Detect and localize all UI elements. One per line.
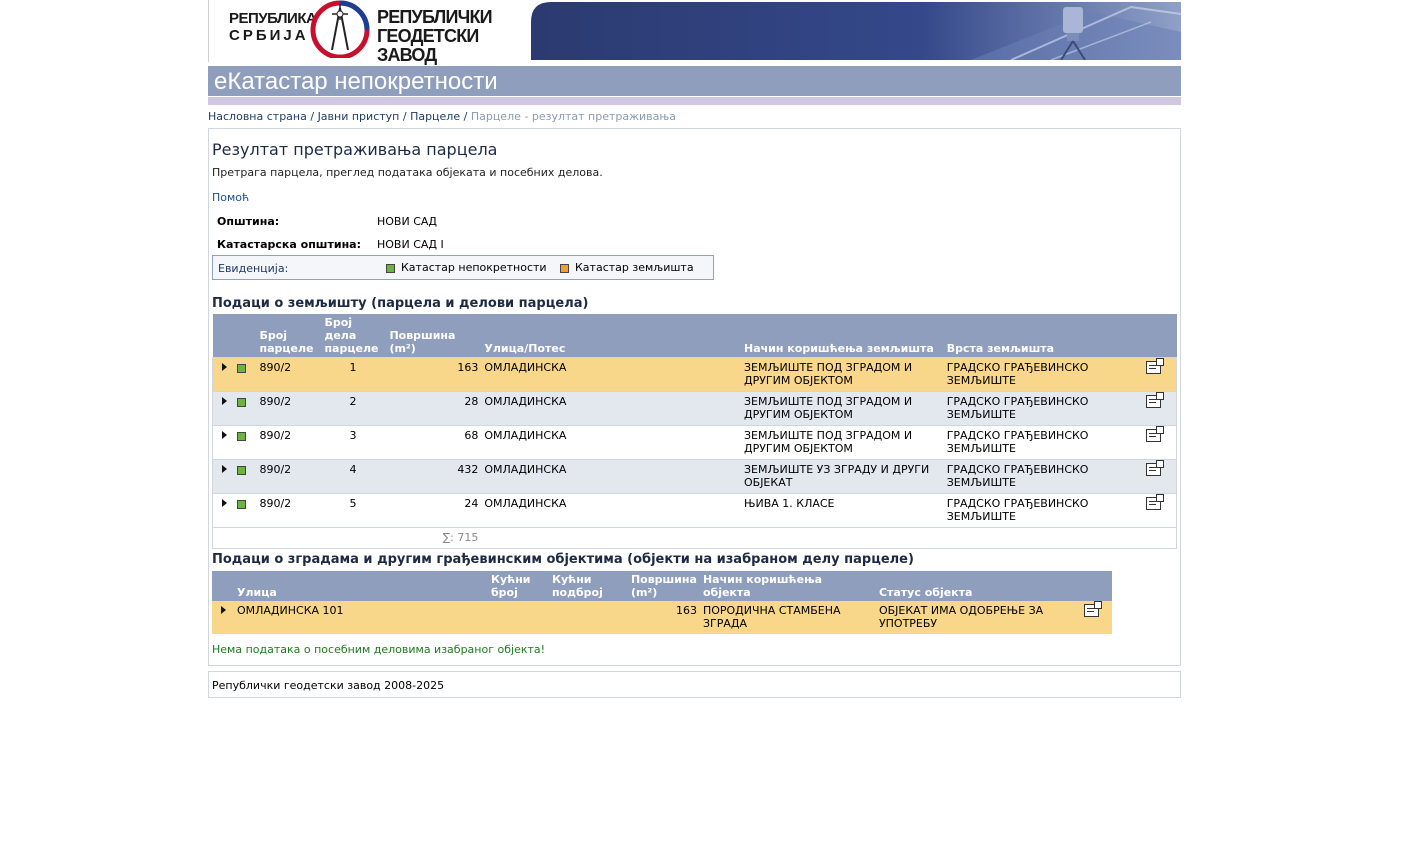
municipality-label: Општина: [217, 215, 280, 228]
app-title: еКатастар непокретности [214, 68, 498, 95]
col-parcel-no: Број парцеле [256, 314, 322, 358]
legend-real-estate: Катастар непокретности [386, 261, 547, 274]
details-icon[interactable] [1146, 494, 1165, 510]
cad-municipality-row: Катастарска општина: НОВИ САД I [217, 238, 444, 251]
building-table: Улица Кућни број Кућни подброј Површина … [212, 571, 1112, 634]
breadcrumb: Насловна страна / Јавни приступ / Парцел… [208, 110, 677, 123]
col-b-street: Улица [233, 571, 488, 601]
land-section-title: Подаци о земљишту (парцела и делови парц… [212, 296, 589, 311]
breadcrumb-public[interactable]: Јавни приступ [318, 110, 400, 123]
area-sum: ∑: 715 [386, 527, 482, 549]
evidence-legend: Евиденција: Катастар непокретности Катас… [212, 255, 714, 280]
land-table-header: Број парцеле Број дела парцеле Површина … [212, 314, 1177, 358]
evidence-label: Евиденција: [218, 262, 289, 275]
details-icon[interactable] [1146, 392, 1165, 408]
col-b-usage: Начин коришћења објекта [699, 571, 876, 601]
page-title: Резултат претраживања парцела [212, 140, 498, 159]
title-underline [208, 97, 1181, 105]
area-sum-row: ∑: 715 [212, 527, 1178, 549]
col-b-status: Статус објекта [875, 571, 1081, 601]
col-usage: Начин коришћења земљишта [740, 314, 944, 358]
details-icon[interactable] [1146, 426, 1165, 442]
legend-land: Катастар земљишта [560, 261, 694, 274]
no-parts-message: Нема података о посебним деловима изабра… [212, 643, 546, 656]
breadcrumb-parcels[interactable]: Парцеле [410, 110, 460, 123]
green-square-icon [237, 363, 247, 373]
building-table-header: Улица Кућни број Кућни подброј Површина … [212, 571, 1112, 601]
breadcrumb-home[interactable]: Насловна страна [208, 110, 307, 123]
land-table: Број парцеле Број дела парцеле Површина … [212, 314, 1178, 549]
green-square-icon [237, 431, 247, 441]
breadcrumb-current: Парцеле - резултат претраживања [470, 110, 677, 123]
table-row[interactable]: 890/2 4 432 ОМЛАДИНСКА ЗЕМЉИШТЕ УЗ ЗГРАД… [212, 459, 1177, 494]
col-b-house-sub: Кућни подброј [548, 571, 628, 601]
green-square-icon [237, 499, 247, 509]
expand-arrow-icon[interactable] [221, 606, 226, 614]
help-link[interactable]: Помоћ [212, 191, 249, 204]
col-b-house-no: Кућни број [487, 571, 549, 601]
table-row[interactable]: 890/2 5 24 ОМЛАДИНСКА ЊИВА 1. КЛАСЕ ГРАД… [212, 493, 1177, 528]
col-land-type: Врста земљишта [943, 314, 1144, 358]
expand-arrow-icon[interactable] [222, 465, 227, 473]
details-icon[interactable] [1146, 460, 1165, 476]
building-section-title: Подаци о зградама и другим грађевинским … [212, 552, 914, 567]
table-row[interactable]: 890/2 1 163 ОМЛАДИНСКА ЗЕМЉИШТЕ ПОД ЗГРА… [212, 357, 1177, 392]
details-icon[interactable] [1146, 358, 1165, 374]
col-street: Улица/Потес [481, 314, 741, 358]
expand-arrow-icon[interactable] [222, 363, 227, 371]
app-title-bar: еКатастар непокретности [208, 66, 1181, 96]
green-square-icon [237, 465, 247, 475]
green-square-icon [386, 263, 395, 273]
page-container: РЕПУБЛИКА СРБИЈА РЕПУБЛИЧКИ ГЕОДЕТСКИ ЗА… [208, 0, 1181, 698]
footer-text: Републички геодетски завод 2008-2025 [212, 679, 445, 692]
header-banner-image [531, 2, 1181, 60]
page-subtitle: Претрага парцела, преглед података објек… [212, 166, 603, 179]
orange-square-icon [560, 263, 569, 273]
site-header: РЕПУБЛИКА СРБИЈА РЕПУБЛИЧКИ ГЕОДЕТСКИ ЗА… [208, 0, 1181, 65]
col-b-area: Површина (m²) [627, 571, 700, 601]
expand-arrow-icon[interactable] [222, 499, 227, 507]
expand-arrow-icon[interactable] [222, 431, 227, 439]
cad-municipality-label: Катастарска општина: [217, 238, 361, 251]
table-row[interactable]: 890/2 2 28 ОМЛАДИНСКА ЗЕМЉИШТЕ ПОД ЗГРАД… [212, 391, 1177, 426]
green-square-icon [237, 397, 247, 407]
col-part-no: Број дела парцеле [321, 314, 387, 358]
geodetic-emblem-icon [310, 0, 370, 58]
details-icon[interactable] [1083, 601, 1102, 617]
col-area: Површина (m²) [386, 314, 482, 358]
municipality-value: НОВИ САД [377, 215, 438, 228]
agency-logo-text: РЕПУБЛИЧКИ ГЕОДЕТСКИ ЗАВОД [377, 7, 493, 65]
rgz-logo[interactable]: РЕПУБЛИКА СРБИЈА РЕПУБЛИЧКИ ГЕОДЕТСКИ ЗА… [208, 0, 529, 65]
results-panel: Резултат претраживања парцела Претрага п… [208, 128, 1181, 666]
table-row[interactable]: ОМЛАДИНСКА 101 163 ПОРОДИЧНА СТАМБЕНА ЗГ… [212, 601, 1112, 634]
table-row[interactable]: 890/2 3 68 ОМЛАДИНСКА ЗЕМЉИШТЕ ПОД ЗГРАД… [212, 425, 1177, 460]
expand-arrow-icon[interactable] [222, 397, 227, 405]
footer: Републички геодетски завод 2008-2025 [208, 671, 1181, 698]
cad-municipality-value: НОВИ САД I [377, 238, 444, 251]
republic-logo-text: РЕПУБЛИКА СРБИЈА [229, 10, 317, 44]
municipality-row: Општина: НОВИ САД [217, 215, 437, 228]
